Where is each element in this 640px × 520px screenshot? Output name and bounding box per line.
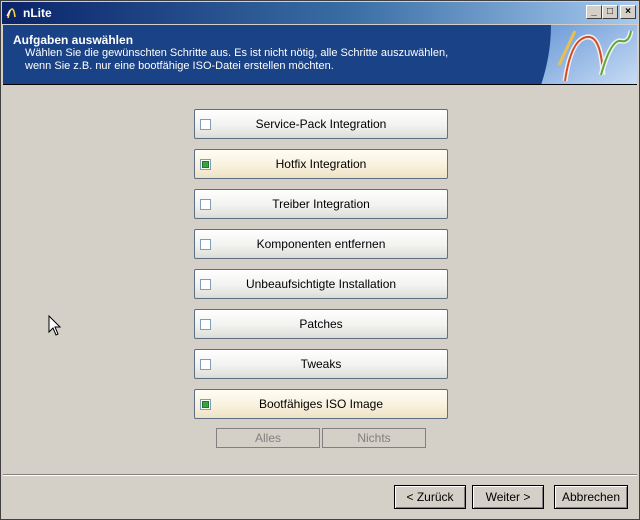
description-line-2: wenn Sie z.B. nur eine bootfähige ISO-Da… — [25, 60, 334, 72]
nlite-app-icon — [5, 6, 19, 20]
selection-buttons: Alles Nichts — [216, 428, 426, 448]
task-label: Tweaks — [300, 357, 342, 371]
task-label: Patches — [299, 317, 343, 331]
mouse-cursor-icon — [48, 315, 62, 336]
task-patches-button[interactable]: Patches — [194, 309, 448, 339]
window-title: nLite — [23, 6, 52, 20]
task-label: Bootfähiges ISO Image — [258, 397, 384, 411]
title-bar[interactable]: nLite _ □ × — [2, 2, 638, 24]
task-drivers-button[interactable]: Treiber Integration — [194, 189, 448, 219]
task-checkbox-icon — [200, 359, 211, 370]
back-button[interactable]: < Zurück — [394, 485, 466, 509]
select-all-button[interactable]: Alles — [216, 428, 320, 448]
cancel-button[interactable]: Abbrechen — [554, 485, 628, 509]
task-label: Unbeaufsichtigte Installation — [245, 277, 397, 291]
wizard-header: Aufgaben auswählen Wählen Sie die gewüns… — [3, 25, 637, 85]
description-line-1: Wählen Sie die gewünschten Schritte aus.… — [25, 47, 449, 59]
task-checkbox-icon — [200, 159, 211, 170]
next-button[interactable]: Weiter > — [472, 485, 544, 509]
page-title: Aufgaben auswählen — [13, 33, 134, 47]
task-checkbox-icon — [200, 319, 211, 330]
nlite-logo-icon — [541, 25, 637, 84]
page-description: Wählen Sie die gewünschten Schritte aus.… — [25, 47, 505, 73]
close-icon: × — [625, 6, 631, 17]
select-none-button[interactable]: Nichts — [322, 428, 426, 448]
wizard-navigation: < Zurück Weiter > Abbrechen — [394, 485, 628, 509]
minimize-button[interactable]: _ — [586, 5, 602, 19]
window-controls: _ □ × — [586, 5, 636, 19]
task-checkbox-icon — [200, 239, 211, 250]
task-label: Komponenten entfernen — [256, 237, 386, 251]
task-label: Hotfix Integration — [275, 157, 367, 171]
task-service-pack-button[interactable]: Service-Pack Integration — [194, 109, 448, 139]
maximize-icon: □ — [606, 6, 614, 17]
task-components-button[interactable]: Komponenten entfernen — [194, 229, 448, 259]
task-list: Service-Pack Integration Hotfix Integrat… — [194, 109, 448, 429]
task-label: Treiber Integration — [272, 197, 370, 211]
nlite-window: nLite _ □ × Aufgaben auswählen Wählen Si… — [0, 0, 640, 520]
task-checkbox-icon — [200, 199, 211, 210]
maximize-button[interactable]: □ — [602, 5, 618, 19]
task-bootable-iso-button[interactable]: Bootfähiges ISO Image — [194, 389, 448, 419]
task-unattended-button[interactable]: Unbeaufsichtigte Installation — [194, 269, 448, 299]
task-tweaks-button[interactable]: Tweaks — [194, 349, 448, 379]
close-button[interactable]: × — [620, 5, 636, 19]
minimize-icon: _ — [591, 6, 597, 17]
footer-divider — [3, 474, 637, 476]
task-checkbox-icon — [200, 399, 211, 410]
task-checkbox-icon — [200, 279, 211, 290]
task-hotfix-button[interactable]: Hotfix Integration — [194, 149, 448, 179]
task-label: Service-Pack Integration — [255, 117, 387, 131]
task-checkbox-icon — [200, 119, 211, 130]
